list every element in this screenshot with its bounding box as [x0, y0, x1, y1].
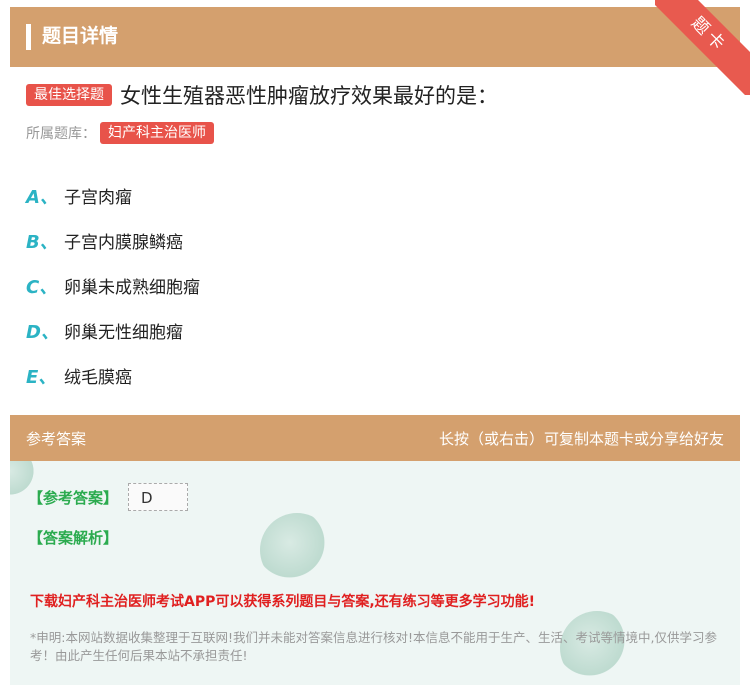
- option-letter: B、: [26, 231, 58, 253]
- question-card: 题目详情 题卡 最佳选择题 女性生殖器恶性肿瘤放疗效果最好的是： 所属题库： 妇…: [0, 0, 750, 685]
- analysis-row: 【答案解析】: [28, 527, 118, 548]
- header-bar: 题目详情: [10, 7, 740, 67]
- option-letter: A、: [26, 186, 58, 208]
- share-hint: 长按（或右击）可复制本题卡或分享给好友: [438, 430, 724, 448]
- option-letter: D、: [26, 321, 59, 343]
- option-letter: E、: [26, 366, 57, 388]
- answer-body: 【参考答案】 D 【答案解析】 下载妇产科主治医师考试APP可以获得系列题目与答…: [10, 461, 740, 685]
- reference-answer-row: 【参考答案】 D: [28, 483, 189, 511]
- option-a[interactable]: A、 子宫肉瘤: [26, 173, 200, 218]
- option-text: 卵巢无性细胞瘤: [64, 323, 183, 343]
- library-row: 所属题库： 妇产科主治医师: [26, 120, 214, 146]
- header-accent-mark: [26, 24, 31, 50]
- question-type-badge: 最佳选择题: [26, 84, 112, 106]
- answer-section-title: 参考答案: [26, 430, 87, 448]
- library-badge[interactable]: 妇产科主治医师: [100, 122, 214, 144]
- option-c[interactable]: C、 卵巢未成熟细胞瘤: [26, 263, 200, 308]
- options-list: A、 子宫肉瘤 B、 子宫内膜腺鳞癌 C、 卵巢未成熟细胞瘤 D、 卵巢无性细胞…: [26, 173, 200, 398]
- answer-header: 参考答案 长按（或右击）可复制本题卡或分享给好友: [10, 415, 740, 461]
- corner-ribbon-label: 题卡: [655, 0, 750, 95]
- option-b[interactable]: B、 子宫内膜腺鳞癌: [26, 218, 200, 263]
- question-row: 最佳选择题 女性生殖器恶性肿瘤放疗效果最好的是：: [26, 80, 498, 110]
- page-title: 题目详情: [42, 25, 119, 47]
- analysis-label: 【答案解析】: [28, 529, 119, 547]
- option-letter: C、: [26, 276, 58, 298]
- option-e[interactable]: E、 绒毛膜癌: [26, 353, 200, 398]
- question-text: 女性生殖器恶性肿瘤放疗效果最好的是：: [120, 84, 498, 108]
- option-d[interactable]: D、 卵巢无性细胞瘤: [26, 308, 200, 353]
- library-label: 所属题库：: [26, 126, 96, 142]
- reference-answer-label: 【参考答案】: [28, 488, 119, 507]
- option-text: 绒毛膜癌: [64, 368, 132, 388]
- corner-ribbon[interactable]: 题卡: [655, 0, 750, 95]
- watermark-logo-icon: [260, 513, 334, 587]
- disclaimer-text: *申明:本网站数据收集整理于互联网!我们并未能对答案信息进行核对!本信息不能用于…: [30, 630, 717, 663]
- option-text: 子宫内膜腺鳞癌: [64, 233, 183, 253]
- app-download-promo[interactable]: 下载妇产科主治医师考试APP可以获得系列题目与答案,还有练习等更多学习功能!: [30, 591, 535, 611]
- option-text: 子宫肉瘤: [64, 188, 132, 208]
- option-text: 卵巢未成熟细胞瘤: [64, 278, 200, 298]
- reference-answer-value: D: [128, 483, 189, 511]
